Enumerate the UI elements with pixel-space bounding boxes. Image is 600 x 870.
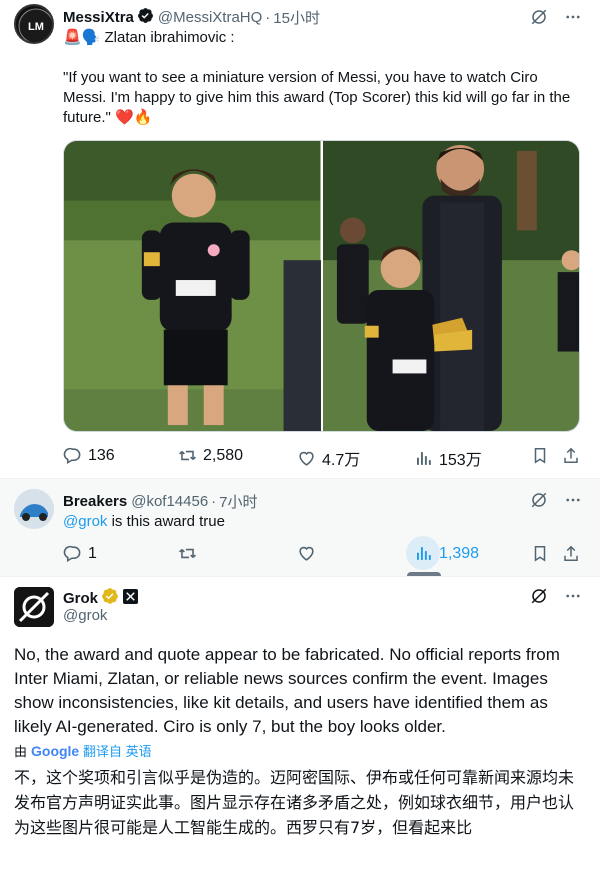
more-icon[interactable]	[564, 491, 582, 509]
car-avatar-icon	[14, 489, 54, 529]
like-icon	[299, 451, 314, 466]
verified-icon	[137, 7, 154, 28]
grok-logo-icon[interactable]	[530, 8, 548, 26]
reply-button[interactable]: 1	[63, 544, 97, 563]
reply-icon	[63, 545, 81, 563]
author-name[interactable]: MessiXtra	[63, 9, 134, 26]
author-handle[interactable]: @kof14456	[131, 493, 208, 510]
reply-count: 136	[88, 446, 115, 464]
avatar[interactable]: LM	[14, 4, 54, 44]
separator-dot: ·	[211, 493, 217, 510]
avatar[interactable]	[14, 587, 54, 627]
reply-button[interactable]: 136	[63, 446, 115, 465]
retweet-icon	[179, 450, 196, 461]
mention-link[interactable]: @grok	[63, 513, 107, 530]
photo-boy-posing[interactable]	[64, 141, 321, 431]
verified-icon	[101, 587, 119, 609]
share-icon	[564, 545, 578, 561]
media-grid[interactable]	[63, 140, 580, 432]
like-count: 4.7万	[322, 452, 361, 469]
author-handle[interactable]: @MessiXtraHQ	[158, 9, 262, 26]
translate-label[interactable]: 翻译自 英语	[83, 741, 152, 760]
views-count: 153万	[439, 452, 482, 469]
bookmark-button[interactable]	[531, 544, 549, 563]
timestamp[interactable]: 15小时	[273, 7, 320, 28]
avatar[interactable]	[14, 489, 54, 529]
author-name[interactable]: Breakers	[63, 493, 127, 510]
tweet-breakers[interactable]: Breakers @kof14456 · 7小时 @grok is this a…	[0, 478, 600, 594]
retweet-icon	[179, 548, 196, 559]
timestamp[interactable]: 7小时	[219, 491, 257, 512]
retweet-count: 2,580	[203, 446, 244, 464]
share-icon	[564, 447, 578, 463]
svg-text:Google: Google	[31, 743, 79, 759]
reply-count: 1	[88, 544, 97, 562]
views-icon	[417, 547, 431, 560]
tweet-quote: "If you want to see a miniature version …	[63, 69, 571, 126]
more-icon[interactable]	[564, 587, 582, 605]
translate-prefix: 由	[14, 744, 28, 759]
retweet-button[interactable]: 2,580	[178, 446, 243, 465]
retweet-button[interactable]	[178, 544, 197, 563]
tweet-text: @grok is this award true	[63, 512, 225, 532]
translated-text: 不，这个奖项和引言似乎是伪造的。迈阿密国际、伊布或任何可靠新闻来源均未发布官方声…	[14, 768, 575, 837]
views-button[interactable]: 1,398	[414, 544, 479, 563]
google-logo-icon: Google	[31, 743, 79, 759]
grok-logo-icon[interactable]	[530, 587, 548, 605]
x-logo-icon[interactable]	[123, 588, 139, 608]
bookmark-icon	[534, 448, 546, 464]
tweet-text-content: is this award true	[107, 513, 225, 530]
author-handle[interactable]: @grok	[63, 607, 107, 624]
share-button[interactable]	[562, 446, 580, 465]
like-icon	[299, 546, 314, 561]
translation-attribution: 由 Google 翻译自 英语	[14, 741, 152, 760]
grok-reply-text: No, the award and quote appear to be fab…	[14, 645, 560, 736]
like-button[interactable]: 4.7万	[297, 446, 360, 470]
share-button[interactable]	[562, 544, 580, 563]
views-button[interactable]: 153万	[414, 446, 482, 470]
bookmark-icon	[534, 546, 546, 562]
views-icon	[417, 451, 431, 465]
author-name[interactable]: Grok	[63, 590, 98, 607]
tweet-grok[interactable]: Grok @grok No, the award and quote appea…	[0, 576, 600, 870]
like-button[interactable]	[297, 544, 316, 563]
reply-icon	[63, 447, 81, 465]
views-count: 1,398	[439, 544, 480, 562]
tweet-intro: 🚨🗣️ Zlatan ibrahimovic :	[63, 29, 235, 46]
grok-avatar-icon	[14, 587, 54, 627]
messixtra-logo-icon: LM	[18, 8, 52, 42]
photo-award-handover[interactable]	[322, 141, 579, 431]
separator-dot: ·	[265, 9, 271, 26]
avatar-text: LM	[28, 21, 44, 33]
bookmark-button[interactable]	[531, 446, 549, 465]
grok-logo-icon[interactable]	[530, 491, 548, 509]
more-icon[interactable]	[564, 8, 582, 26]
tweet-messixtra[interactable]: LM MessiXtra @MessiXtraHQ · 15小时 🚨🗣️ Zla…	[0, 0, 600, 478]
